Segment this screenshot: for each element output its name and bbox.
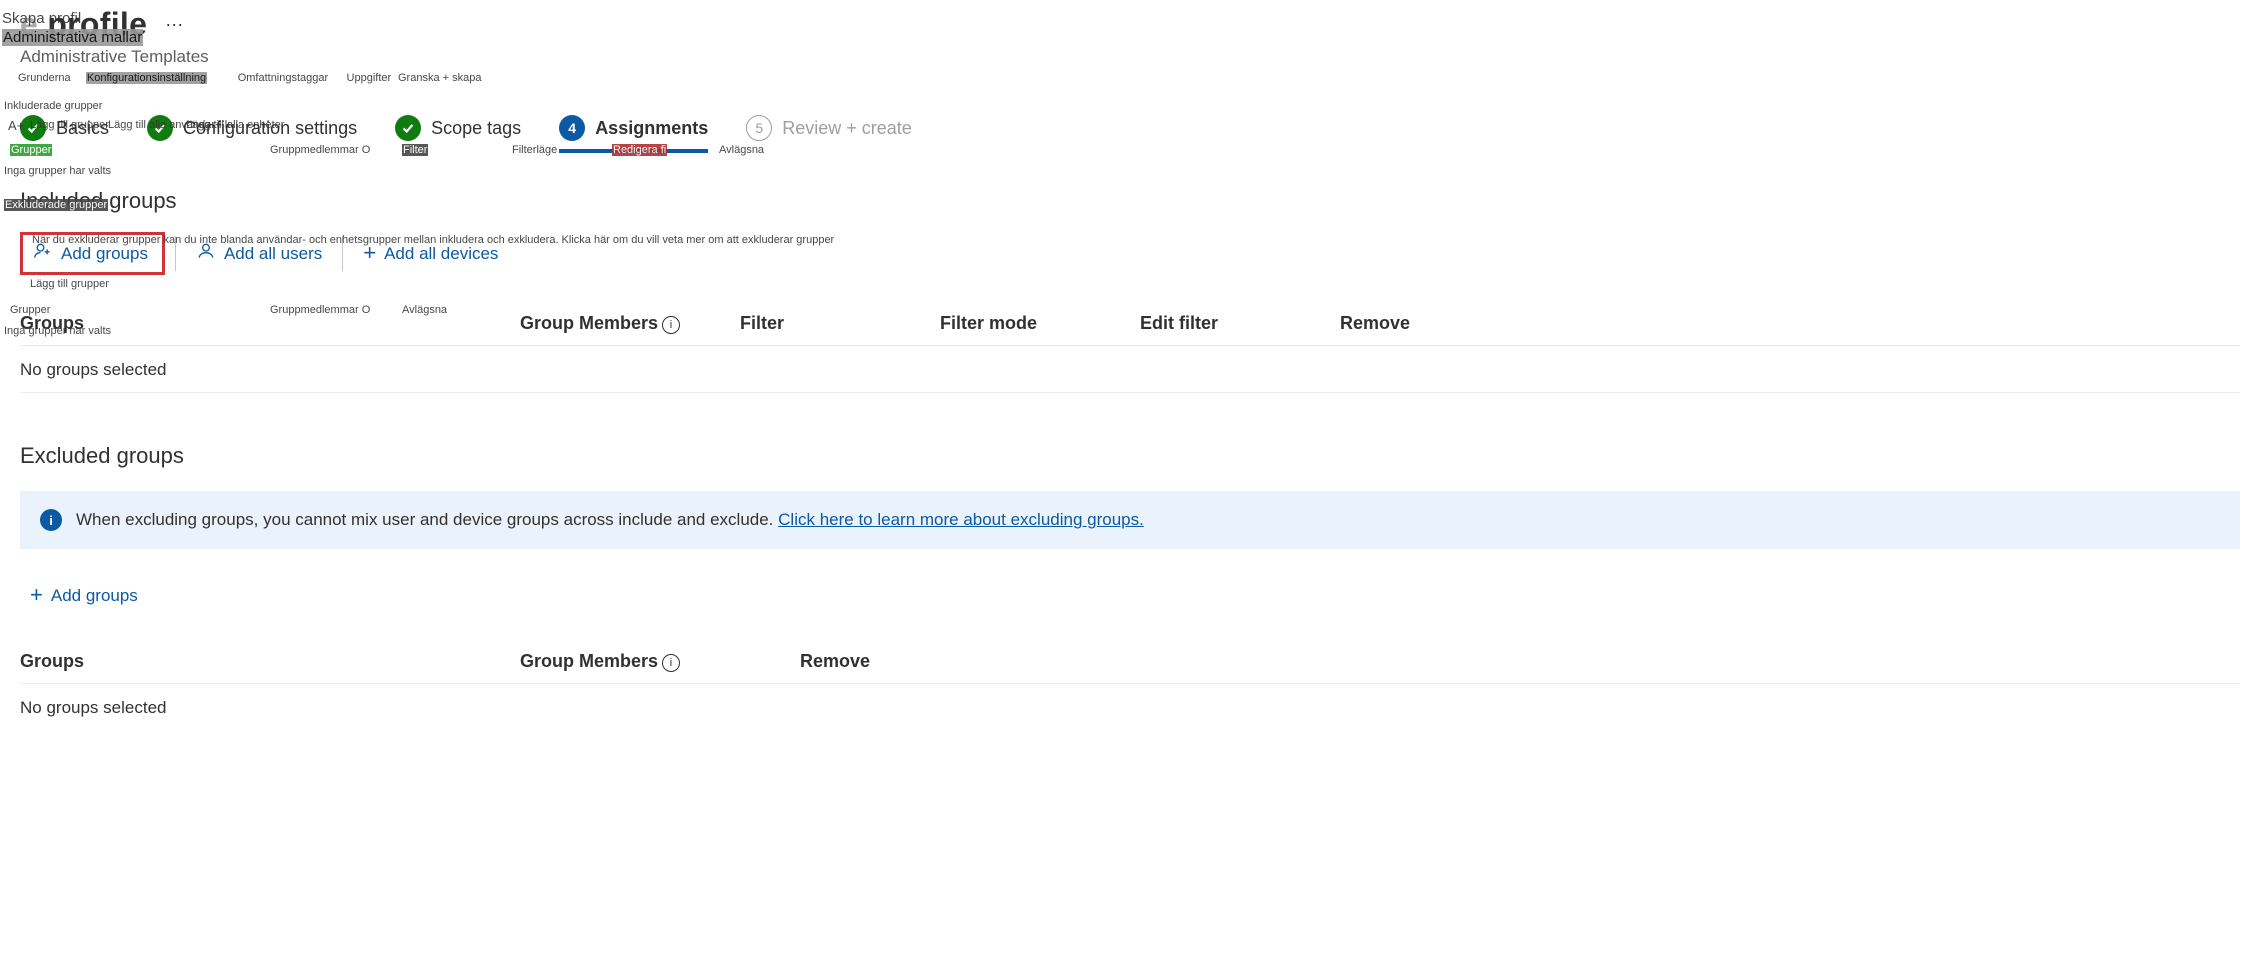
ghost-tab-3: Uppgifter bbox=[347, 72, 392, 84]
step-label: Review + create bbox=[782, 118, 912, 139]
person-icon bbox=[196, 241, 216, 266]
step-config[interactable]: Configuration settings bbox=[147, 115, 357, 153]
person-plus-icon bbox=[33, 241, 53, 266]
separator bbox=[342, 236, 343, 271]
separator bbox=[175, 236, 176, 271]
check-icon bbox=[20, 115, 46, 141]
ghost-tab-4: Granska + skapa bbox=[398, 72, 481, 84]
info-icon[interactable]: i bbox=[662, 316, 680, 334]
ghost-add-groups2: Lägg till grupper bbox=[30, 278, 109, 290]
step-label: Basics bbox=[56, 118, 109, 139]
col-group-members: Group Membersi bbox=[520, 651, 800, 673]
ghost-tab-0: Grunderna bbox=[18, 72, 71, 84]
page-title-obscured: e bbox=[20, 6, 38, 42]
step-number-badge: 5 bbox=[746, 115, 772, 141]
plus-icon: + bbox=[30, 584, 43, 606]
check-icon bbox=[395, 115, 421, 141]
add-all-devices-button[interactable]: + Add all devices bbox=[353, 232, 508, 275]
included-groups-empty: No groups selected bbox=[20, 346, 2240, 393]
stepper: Basics Configuration settings Scope tags… bbox=[20, 115, 2240, 154]
step-assignments[interactable]: 4 Assignments bbox=[559, 115, 708, 153]
excluded-info-banner: i When excluding groups, you cannot mix … bbox=[20, 491, 2240, 549]
excluded-actions-row: + Add groups bbox=[20, 579, 2240, 613]
col-filter: Filter bbox=[740, 313, 940, 335]
col-groups: Groups bbox=[20, 313, 520, 335]
add-all-users-label: Add all users bbox=[224, 244, 322, 264]
info-icon[interactable]: i bbox=[662, 654, 680, 672]
ghost-included-label: Inkluderade grupper bbox=[4, 100, 102, 112]
excluded-info-link[interactable]: Click here to learn more about excluding… bbox=[778, 510, 1144, 529]
included-actions-row: Add groups Add all users + Add all devic… bbox=[20, 232, 2240, 275]
info-icon: i bbox=[40, 509, 62, 531]
col-remove: Remove bbox=[800, 651, 2240, 673]
step-basics[interactable]: Basics bbox=[20, 115, 109, 153]
col-remove: Remove bbox=[1340, 313, 2240, 335]
step-label: Scope tags bbox=[431, 118, 521, 139]
add-groups-label: Add groups bbox=[61, 244, 148, 264]
col-filter-mode: Filter mode bbox=[940, 313, 1140, 335]
step-label: Configuration settings bbox=[183, 118, 357, 139]
ghost-no-groups: Inga grupper har valts bbox=[4, 165, 111, 177]
col-group-members: Group Membersi bbox=[520, 313, 740, 335]
step-review: 5 Review + create bbox=[746, 115, 912, 153]
included-groups-columns: Groups Group Membersi Filter Filter mode… bbox=[20, 303, 2240, 346]
excluded-groups-heading: Excluded groups bbox=[20, 443, 2240, 469]
overflow-menu-button[interactable]: ··· bbox=[159, 10, 189, 39]
ghost-tab-2: Omfattningstaggar bbox=[238, 72, 329, 84]
page-title: e profile bbox=[20, 6, 147, 43]
annotation-highlight: Add groups bbox=[20, 232, 165, 275]
ghost-tab-1: Konfigurationsinställning bbox=[86, 72, 207, 84]
col-groups: Groups bbox=[20, 651, 520, 673]
check-icon bbox=[147, 115, 173, 141]
included-groups-heading: Included groups bbox=[20, 188, 2240, 214]
page-subtitle: Administrative Templates bbox=[20, 47, 2240, 67]
excluded-groups-columns: Groups Group Membersi Remove bbox=[20, 641, 2240, 684]
add-all-devices-label: Add all devices bbox=[384, 244, 498, 264]
add-all-users-button[interactable]: Add all users bbox=[186, 232, 332, 275]
add-excluded-groups-label: Add groups bbox=[51, 586, 138, 606]
col-edit-filter: Edit filter bbox=[1140, 313, 1340, 335]
plus-icon: + bbox=[363, 242, 376, 264]
excluded-groups-empty: No groups selected bbox=[20, 684, 2240, 730]
add-groups-button[interactable]: Add groups bbox=[23, 235, 158, 272]
page-title-row: e profile ··· bbox=[20, 6, 2240, 43]
step-number-badge: 4 bbox=[559, 115, 585, 141]
excluded-info-text: When excluding groups, you cannot mix us… bbox=[76, 510, 1144, 530]
step-label: Assignments bbox=[595, 118, 708, 139]
page-title-main: profile bbox=[47, 6, 147, 42]
step-scope-tags[interactable]: Scope tags bbox=[395, 115, 521, 153]
add-excluded-groups-button[interactable]: + Add groups bbox=[20, 579, 148, 613]
